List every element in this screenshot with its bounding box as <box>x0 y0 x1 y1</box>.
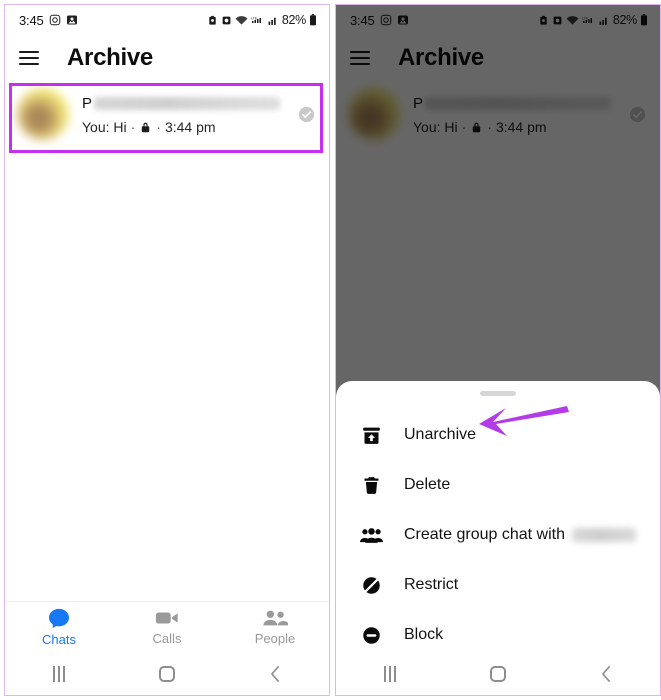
alarm-clock-icon <box>221 15 232 26</box>
drag-handle[interactable] <box>480 391 516 396</box>
menu-item-create-group-chat[interactable]: Create group chat with <box>336 510 660 560</box>
menu-label-redacted-name <box>571 528 636 542</box>
lock-icon <box>140 121 151 133</box>
wifi-icon <box>235 15 248 26</box>
preview-separator-1: · <box>130 118 136 135</box>
app-bar-left: Archive <box>5 35 329 81</box>
instagram-icon <box>49 14 61 26</box>
menu-label-restrict: Restrict <box>404 576 459 593</box>
delivered-check-icon <box>298 106 315 123</box>
chat-name-line: P <box>82 94 290 114</box>
chat-name-redacted <box>94 97 281 110</box>
battery-percent: 82% <box>281 13 306 27</box>
status-bar-left-group: 3:45 <box>19 13 78 28</box>
menu-label-unarchive: Unarchive <box>404 426 477 443</box>
battery-icon <box>309 14 317 26</box>
context-menu-bottom-sheet: Unarchive Delete Create group chat with … <box>336 381 660 653</box>
trash-icon <box>358 475 384 496</box>
unarchive-icon <box>358 425 384 446</box>
menu-label-create-group-chat: Create group chat with <box>404 526 636 544</box>
lte-signal-icon: LTE <box>251 15 265 26</box>
status-time: 3:45 <box>19 12 44 28</box>
block-icon <box>358 625 384 646</box>
svg-text:LTE: LTE <box>251 16 258 20</box>
back-icon[interactable] <box>552 665 660 683</box>
nav-label-people: People <box>254 631 296 646</box>
menu-label-delete: Delete <box>404 476 451 493</box>
nav-item-people[interactable]: People <box>221 609 329 646</box>
nav-item-chats[interactable]: Chats <box>5 608 113 647</box>
group-people-icon <box>358 526 384 545</box>
cellular-signal-icon <box>268 15 279 26</box>
photos-icon <box>66 14 78 26</box>
recents-icon[interactable] <box>336 666 444 682</box>
back-icon[interactable] <box>221 665 329 683</box>
screenshot-root: 3:45 LTE 82% Archive P You: Hi · · 3:44 … <box>0 0 661 700</box>
chat-preview-line: You: Hi · · 3:44 pm <box>82 119 290 135</box>
home-icon[interactable] <box>113 666 221 682</box>
chat-item-texts: P You: Hi · · 3:44 pm <box>82 94 290 135</box>
menu-label-block: Block <box>404 626 444 643</box>
menu-label-create-group-chat-text: Create group chat with <box>404 526 565 543</box>
hamburger-menu-icon[interactable] <box>19 45 45 71</box>
restrict-icon <box>358 575 384 596</box>
system-navigation-right <box>336 653 660 695</box>
people-icon <box>262 609 288 627</box>
video-camera-icon <box>155 609 179 627</box>
preview-separator-2: · <box>156 118 161 135</box>
bottom-navigation-left: Chats Calls People <box>5 601 329 653</box>
recents-icon[interactable] <box>5 666 113 682</box>
avatar <box>17 88 69 140</box>
alarm-icon <box>207 15 218 26</box>
phone-screen-right: 3:45 <box>335 4 661 696</box>
nav-item-calls[interactable]: Calls <box>113 609 221 646</box>
status-bar-left: 3:45 LTE 82% <box>5 5 329 35</box>
chat-preview-text: You: Hi <box>82 118 127 135</box>
chat-list-item[interactable]: P You: Hi · · 3:44 pm <box>5 81 329 147</box>
menu-item-unarchive[interactable]: Unarchive <box>336 410 660 460</box>
chat-timestamp: 3:44 pm <box>164 118 216 135</box>
menu-item-delete[interactable]: Delete <box>336 460 660 510</box>
home-icon[interactable] <box>444 666 552 682</box>
status-bar-right-group: LTE 82% <box>207 13 317 27</box>
menu-item-restrict[interactable]: Restrict <box>336 560 660 610</box>
chat-bubble-icon <box>48 608 70 628</box>
nav-label-chats: Chats <box>42 632 76 647</box>
chat-name: P <box>82 95 93 112</box>
phone-screen-left: 3:45 LTE 82% Archive P You: Hi · · 3:44 … <box>4 4 330 696</box>
page-title: Archive <box>67 44 153 71</box>
system-navigation-left <box>5 653 329 695</box>
nav-label-calls: Calls <box>152 631 182 646</box>
